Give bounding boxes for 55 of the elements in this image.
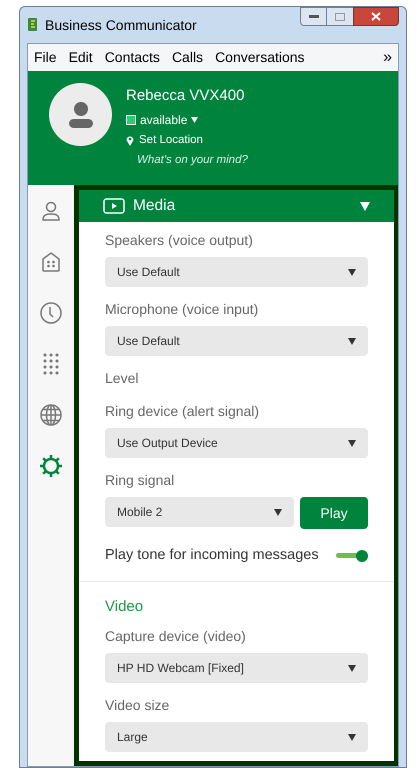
caret-icon [348, 734, 356, 741]
dropdown[interactable]: Use Default [105, 257, 368, 287]
dropdown[interactable]: Large [105, 722, 368, 752]
close-button[interactable] [353, 7, 399, 26]
user-name: Rebecca VVX400 [126, 86, 246, 106]
menu-item[interactable]: Conversations [215, 47, 305, 68]
location-link[interactable]: Set Location [126, 132, 248, 149]
dropdown-value: HP HD Webcam [Fixed] [117, 660, 244, 678]
caret-icon [348, 664, 356, 672]
field-label: Microphone (voice input) [105, 300, 260, 319]
toggle-switch[interactable] [336, 550, 368, 562]
minimize-button[interactable] [300, 7, 327, 26]
close-icon [371, 12, 381, 21]
dropdown-value: Mobile 2 [117, 504, 162, 521]
menu-overflow[interactable]: » [383, 46, 392, 70]
menu-item[interactable]: Calls [172, 47, 204, 68]
field-label: Ring device (alert signal) [105, 402, 260, 421]
presence-selector[interactable]: available [126, 110, 248, 128]
dropdown-value: Use Default [117, 333, 180, 350]
dropdown[interactable]: HP HD Webcam [Fixed] [105, 653, 368, 684]
play-video-icon [103, 198, 125, 214]
caret-icon [348, 268, 356, 276]
section-heading: Video [105, 596, 144, 617]
menu-item[interactable]: Edit [68, 47, 93, 68]
globe-icon[interactable] [38, 403, 62, 427]
play-button[interactable]: Play [300, 497, 368, 529]
section-title: Media [133, 196, 176, 216]
collapse-caret-icon [360, 202, 370, 210]
caret-icon [348, 338, 356, 344]
field-label: Video size [105, 696, 170, 716]
section-header[interactable]: Media [79, 190, 394, 222]
dropdown-value: Use Default [117, 264, 180, 281]
field-label: Capture device (video) [105, 627, 247, 646]
caret-icon [191, 116, 198, 122]
app-logo-icon [27, 17, 39, 33]
menu-item[interactable]: Contacts [104, 47, 160, 68]
dropdown[interactable]: Use Default [105, 326, 368, 356]
clock-icon[interactable] [38, 301, 62, 325]
maximize-button[interactable] [327, 7, 353, 26]
dropdown-value: Use Output Device [117, 435, 218, 452]
location-pin-icon [126, 134, 134, 146]
field-label: Level [105, 369, 140, 388]
window-title: Business Communicator [45, 16, 197, 34]
dropdown[interactable]: Use Output Device [105, 428, 368, 458]
dropdown[interactable]: Mobile 2 [105, 497, 294, 527]
status-message-field[interactable]: What's on your mind? [137, 152, 248, 169]
caret-icon [348, 440, 356, 446]
toggle-label: Play tone for incoming messages [105, 546, 319, 565]
dropdown-value: Large [117, 729, 148, 746]
menu-item[interactable]: File [34, 47, 57, 68]
presence-indicator [126, 114, 136, 124]
field-label: Speakers (voice output) [105, 231, 254, 250]
field-label: Ring signal [105, 471, 176, 490]
settings-icon[interactable] [38, 454, 62, 478]
caret-icon [274, 508, 282, 516]
